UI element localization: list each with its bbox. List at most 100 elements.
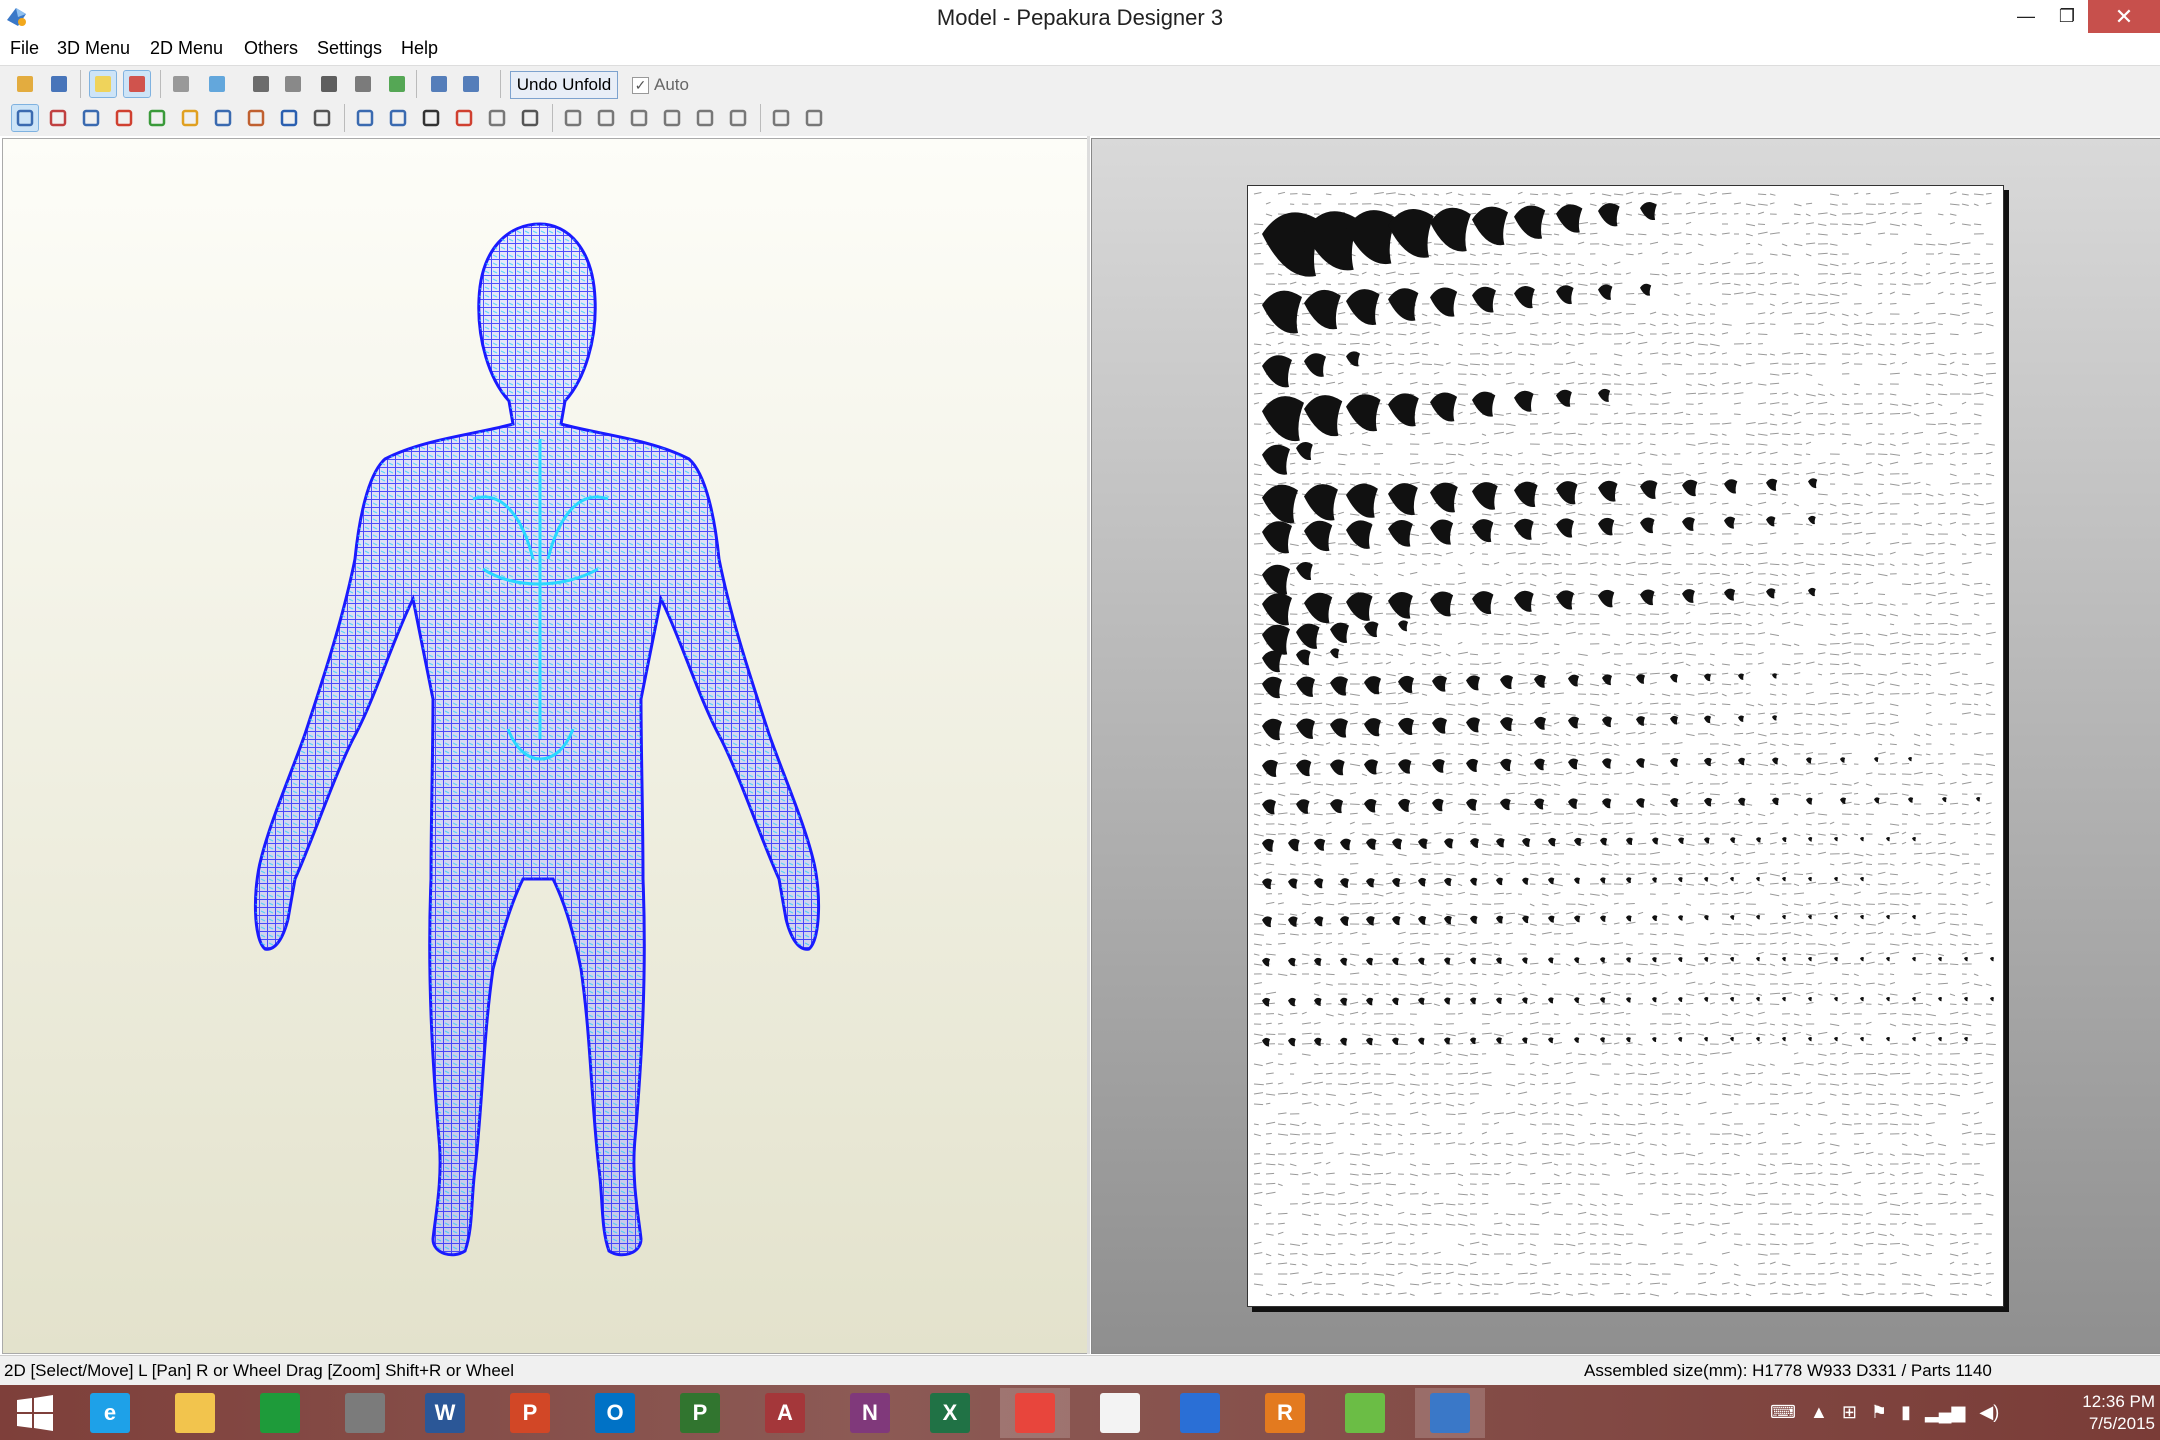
action-flag-icon[interactable]: ⚑ [1871, 1402, 1887, 1423]
add-part-icon[interactable] [384, 71, 410, 97]
dual-view-icon[interactable] [458, 71, 484, 97]
2d-view[interactable] [1091, 138, 2160, 1354]
edge-tool-icon[interactable] [45, 105, 71, 131]
unfolded-part [1470, 997, 1477, 1005]
redo-icon[interactable] [309, 105, 335, 131]
network-tool-icon[interactable] [1165, 1388, 1235, 1438]
clock[interactable]: 12:36 PM 7/5/2015 [2040, 1391, 2155, 1435]
view-splitter[interactable] [1087, 136, 1090, 1354]
edit-pencil-icon[interactable] [248, 71, 274, 97]
3d-view[interactable] [2, 138, 1089, 1354]
undo-unfold-button[interactable]: Undo Unfold [510, 71, 618, 99]
unfold-icon[interactable] [280, 71, 306, 97]
flaps-icon[interactable] [78, 105, 104, 131]
signal-icon[interactable]: ▂▄▆ [1925, 1402, 1965, 1423]
align-top-icon[interactable] [659, 105, 685, 131]
start-button[interactable] [0, 1388, 70, 1438]
maximize-button[interactable]: ❐ [2040, 0, 2094, 33]
align-left-icon[interactable] [560, 105, 586, 131]
calculator-icon[interactable] [330, 1388, 400, 1438]
volume-icon[interactable]: ◀) [1979, 1402, 1999, 1423]
align-right-icon[interactable] [626, 105, 652, 131]
paint-icon[interactable] [111, 105, 137, 131]
rotate-90-cw-icon[interactable] [801, 105, 827, 131]
part-outline-row [1253, 971, 1979, 977]
single-view-icon[interactable] [426, 71, 452, 97]
rotate-90-ccw-icon[interactable] [768, 105, 794, 131]
rotate-part-icon[interactable] [243, 105, 269, 131]
revit-icon[interactable]: R [1250, 1388, 1320, 1438]
align-middle-icon[interactable] [692, 105, 718, 131]
file-explorer-icon[interactable] [160, 1388, 230, 1438]
unfolded-part [1626, 997, 1632, 1003]
powerpoint-icon[interactable]: P [495, 1388, 565, 1438]
image-tool-icon[interactable] [210, 105, 236, 131]
unfolded-page [1247, 185, 2004, 1307]
outlook-icon[interactable]: O [580, 1388, 650, 1438]
save-icon[interactable] [46, 71, 72, 97]
anchor-icon[interactable] [316, 71, 342, 97]
text-tool-icon[interactable] [177, 105, 203, 131]
align-bottom-icon[interactable] [725, 105, 751, 131]
menu-help[interactable]: Help [401, 38, 438, 59]
3d-human-model[interactable] [3, 139, 1088, 1353]
unfolded-part [1500, 675, 1513, 690]
auto-checkbox[interactable]: ✓ [632, 76, 649, 94]
store-icon[interactable] [245, 1388, 315, 1438]
unfolded-part [1874, 757, 1879, 762]
menu-settings[interactable]: Settings [317, 38, 382, 59]
windows-flag-icon[interactable]: ⊞ [1842, 1402, 1857, 1423]
menu-3d[interactable]: 3D Menu [57, 38, 130, 59]
word-icon-glyph: W [425, 1393, 465, 1433]
keyboard-icon[interactable]: ⌨ [1770, 1402, 1796, 1423]
wireframe-cube-icon[interactable] [168, 71, 194, 97]
onenote-icon[interactable]: N [835, 1388, 905, 1438]
unfolded-part [1840, 757, 1846, 763]
word-icon[interactable]: W [410, 1388, 480, 1438]
menu-file[interactable]: File [10, 38, 39, 59]
unfolded-part [1472, 286, 1496, 313]
battery-icon[interactable]: ▮ [1901, 1402, 1911, 1423]
print-preview-icon[interactable] [484, 105, 510, 131]
fit-icon[interactable] [352, 105, 378, 131]
unfolded-part [1470, 957, 1477, 965]
page-number-icon[interactable] [418, 105, 444, 131]
unfolded-part [1782, 1036, 1786, 1042]
split-icon[interactable] [350, 71, 376, 97]
close-button[interactable]: ✕ [2088, 0, 2160, 33]
light-bulb-icon[interactable] [89, 70, 117, 98]
internet-explorer-icon[interactable]: e [75, 1388, 145, 1438]
print-icon[interactable] [517, 105, 543, 131]
show-hidden-icons-icon[interactable]: ▲ [1810, 1402, 1828, 1423]
menu-others[interactable]: Others [244, 38, 298, 59]
auto-checkbox-group[interactable]: ✓ Auto [632, 72, 689, 98]
part-outline-row [1277, 751, 1994, 757]
part-outline-row [1253, 981, 1992, 987]
project-icon[interactable]: P [665, 1388, 735, 1438]
part-outline-row [1265, 1071, 1983, 1077]
part-outline-row [1253, 1201, 1982, 1207]
unfolded-part [1388, 288, 1419, 321]
excel-icon[interactable]: X [915, 1388, 985, 1438]
select-arrow-icon[interactable] [11, 104, 39, 132]
unfolded-part [1340, 838, 1351, 851]
chrome-icon[interactable] [1000, 1388, 1070, 1438]
color-cube-icon[interactable] [123, 70, 151, 98]
unfolded-part [1834, 1036, 1838, 1042]
menu-2d[interactable]: 2D Menu [150, 38, 223, 59]
apps-grid-icon[interactable] [1085, 1388, 1155, 1438]
unfolded-part [1704, 957, 1709, 962]
pepakura-icon[interactable] [1415, 1388, 1485, 1438]
arrange-icon[interactable] [385, 105, 411, 131]
flat-cube-icon[interactable] [204, 71, 230, 97]
layout-icon[interactable] [451, 105, 477, 131]
unfolded-part [1976, 797, 1981, 802]
align-center-icon[interactable] [593, 105, 619, 131]
access-icon[interactable]: A [750, 1388, 820, 1438]
open-folder-icon[interactable] [12, 71, 38, 97]
join-icon[interactable] [144, 105, 170, 131]
part-outline-row [1266, 551, 1993, 557]
undo-icon[interactable] [276, 105, 302, 131]
sketch-app-icon[interactable] [1330, 1388, 1400, 1438]
part-outline-row [1253, 741, 1955, 747]
